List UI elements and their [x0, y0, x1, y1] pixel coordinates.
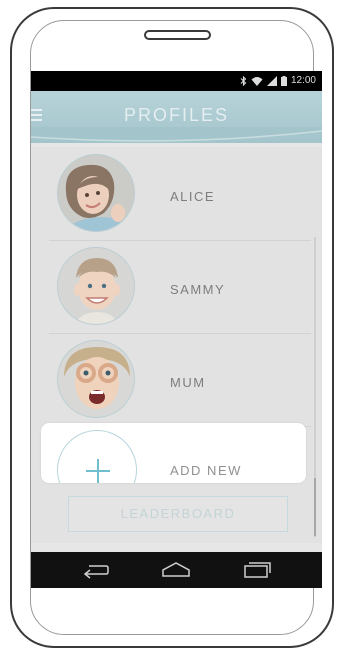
status-bar: 12:00: [31, 71, 322, 91]
profile-name: ALICE: [170, 189, 216, 204]
signal-icon: [266, 76, 277, 86]
recents-icon[interactable]: [242, 560, 272, 580]
profile-list: ALICE SAMMY MUM: [31, 147, 322, 543]
back-icon[interactable]: [81, 560, 111, 580]
girl-avatar: [57, 154, 135, 232]
profile-row-sammy[interactable]: SAMMY: [31, 240, 311, 333]
woman-avatar: [57, 340, 135, 418]
profile-row-alice[interactable]: ALICE: [31, 147, 311, 240]
leaderboard-button[interactable]: LEADERBOARD: [68, 496, 288, 532]
wifi-icon: [251, 77, 263, 86]
page-title: PROFILES: [123, 105, 230, 125]
profile-name: SAMMY: [170, 282, 226, 297]
plus-icon-bar: [86, 470, 110, 472]
profile-name: MUM: [170, 375, 206, 390]
add-new-circle[interactable]: [57, 430, 137, 483]
add-new-profile-card[interactable]: ADD NEW: [41, 423, 306, 483]
status-time: 12:00: [290, 75, 316, 86]
scrollbar-thumb[interactable]: [314, 478, 316, 536]
add-new-label: ADD NEW: [170, 463, 242, 478]
app-bar-wave: [31, 127, 322, 142]
boy-avatar: [57, 247, 135, 325]
home-icon[interactable]: [161, 560, 191, 580]
earpiece-speaker: [144, 30, 211, 40]
navigation-bar: [31, 552, 322, 588]
battery-icon: [280, 76, 287, 86]
profile-row-mum[interactable]: MUM: [31, 333, 311, 426]
bluetooth-icon: [240, 76, 247, 86]
